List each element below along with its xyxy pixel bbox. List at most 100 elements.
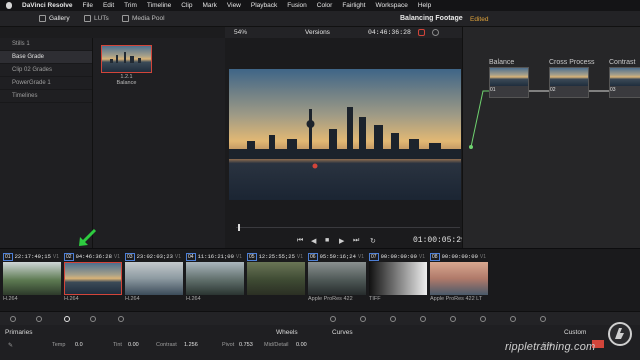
node-cross-process[interactable]: 02 bbox=[549, 67, 589, 98]
clip-04-track: V1 bbox=[235, 253, 242, 260]
menu-timeline[interactable]: Timeline bbox=[147, 2, 171, 9]
clip-03-num: 03 bbox=[125, 252, 135, 261]
media-pool-tab[interactable]: Media Pool bbox=[122, 15, 165, 22]
luts-tab[interactable]: LUTs bbox=[84, 15, 109, 22]
menu-fairlight[interactable]: Fairlight bbox=[342, 2, 365, 9]
view-options-icon[interactable] bbox=[432, 29, 439, 36]
clip-04[interactable]: 04 11:16:21;00 V1 H.264 bbox=[186, 252, 244, 307]
node-balance-num: 01 bbox=[490, 87, 496, 93]
clip-05-num: 05 bbox=[247, 252, 257, 261]
primaries-label: Primaries bbox=[5, 329, 33, 336]
contrast-value[interactable]: 1.256 bbox=[184, 342, 198, 348]
window-icon[interactable] bbox=[420, 316, 426, 322]
pivot-value[interactable]: 0.753 bbox=[239, 342, 253, 348]
tracker-icon[interactable] bbox=[450, 316, 456, 322]
album-timelines[interactable]: Timelines bbox=[0, 90, 92, 103]
clip-07-thumbnail bbox=[369, 262, 427, 295]
viewer-playhead[interactable] bbox=[238, 224, 240, 231]
clip-03[interactable]: 03 23:02:03;23 V1 H.264 bbox=[125, 252, 183, 307]
color-warper-icon[interactable] bbox=[360, 316, 366, 322]
next-frame-icon[interactable]: ⏭ bbox=[353, 237, 359, 245]
prev-frame-icon[interactable]: ⏮ bbox=[297, 237, 303, 245]
play-reverse-icon[interactable]: ◀ bbox=[311, 237, 316, 245]
menu-file[interactable]: File bbox=[82, 2, 92, 9]
viewer-header-timecode: 04:46:36:28 bbox=[368, 29, 411, 36]
blur-icon[interactable] bbox=[510, 316, 516, 322]
color-match-icon[interactable] bbox=[36, 316, 42, 322]
temp-value[interactable]: 0.0 bbox=[75, 342, 83, 348]
clip-02-codec: H.264 bbox=[64, 296, 79, 302]
menu-help[interactable]: Help bbox=[418, 2, 431, 9]
album-stills-1[interactable]: Stills 1 bbox=[0, 38, 92, 51]
qualifier-icon[interactable] bbox=[390, 316, 396, 322]
node-contrast[interactable]: 03 bbox=[609, 67, 640, 98]
clip-02-header: 02 04:46:36:28 V1 bbox=[64, 252, 122, 261]
mid-detail-value[interactable]: 0.00 bbox=[296, 342, 307, 348]
bypass-icon[interactable] bbox=[418, 29, 425, 36]
menu-color[interactable]: Color bbox=[317, 2, 333, 9]
node-editor: Balance 01 Cross Process 02 Contrast 03 bbox=[462, 27, 640, 248]
clip-07[interactable]: 07 00:00:00:00 V1 TIFF bbox=[369, 252, 427, 307]
clip-02-num: 02 bbox=[64, 252, 74, 261]
wheels-mode-dropdown[interactable]: Wheels bbox=[276, 329, 298, 336]
menu-fusion[interactable]: Fusion bbox=[287, 2, 307, 9]
contrast-label: Contrast bbox=[156, 342, 177, 348]
clip-02-track: V1 bbox=[113, 253, 120, 260]
clip-05[interactable]: 05 12:25:55;25 V1 bbox=[247, 252, 305, 307]
clip-01[interactable]: 01 22:17:40;15 V1 H.264 bbox=[3, 252, 61, 307]
viewer-timecode: 01:00:05:29 bbox=[413, 236, 466, 245]
tint-label: Tint bbox=[113, 342, 122, 348]
clip-08-num: 08 bbox=[430, 252, 440, 261]
menu-app-name[interactable]: DaVinci Resolve bbox=[22, 2, 72, 9]
clip-08[interactable]: 08 00:00:00:00 V1 Apple ProRes 422 LT bbox=[430, 252, 488, 307]
play-icon[interactable]: ▶ bbox=[339, 237, 344, 245]
loop-icon[interactable]: ↻ bbox=[370, 237, 376, 245]
media-pool-tab-label: Media Pool bbox=[132, 15, 165, 22]
viewer-scrub-bar[interactable] bbox=[236, 227, 460, 228]
menu-playback[interactable]: Playback bbox=[251, 2, 277, 9]
curves-label: Curves bbox=[332, 329, 353, 336]
rgb-mixer-icon[interactable] bbox=[90, 316, 96, 322]
clip-08-codec: Apple ProRes 422 LT bbox=[430, 296, 483, 302]
clip-01-num: 01 bbox=[3, 252, 13, 261]
luts-icon bbox=[84, 15, 91, 22]
versions-dropdown[interactable]: Versions bbox=[305, 29, 330, 36]
watermark-text: rippletraining.com bbox=[505, 341, 596, 353]
logo-mark bbox=[615, 328, 624, 339]
node-contrast-num: 03 bbox=[610, 87, 616, 93]
apple-icon[interactable] bbox=[6, 2, 12, 9]
magic-mask-icon[interactable] bbox=[480, 316, 486, 322]
menu-trim[interactable]: Trim bbox=[124, 2, 137, 9]
eyedropper-icon[interactable]: ✎ bbox=[8, 342, 13, 349]
clip-03-timecode: 23:02:03;23 bbox=[136, 253, 173, 260]
clip-08-track: V1 bbox=[479, 253, 486, 260]
stop-icon[interactable]: ■ bbox=[325, 237, 329, 244]
curves-icon[interactable] bbox=[330, 316, 336, 322]
clip-05-header: 05 12:25:55;25 V1 bbox=[247, 252, 305, 261]
menu-mark[interactable]: Mark bbox=[202, 2, 216, 9]
album-powergrade-1[interactable]: PowerGrade 1 bbox=[0, 77, 92, 90]
menu-view[interactable]: View bbox=[227, 2, 241, 9]
key-icon[interactable] bbox=[540, 316, 546, 322]
camera-raw-icon[interactable] bbox=[10, 316, 16, 322]
project-status: Edited bbox=[470, 16, 489, 23]
gallery-tab[interactable]: Gallery bbox=[39, 15, 70, 22]
menu-edit[interactable]: Edit bbox=[103, 2, 114, 9]
motion-effects-icon[interactable] bbox=[118, 316, 124, 322]
zoom-level[interactable]: 54% bbox=[234, 29, 247, 36]
color-wheels-icon[interactable] bbox=[64, 316, 70, 322]
tint-value[interactable]: 0.00 bbox=[128, 342, 139, 348]
node-balance[interactable]: 01 bbox=[489, 67, 529, 98]
album-clip-02-grades[interactable]: Clip 02 Grades bbox=[0, 64, 92, 77]
pivot-label: Pivot bbox=[222, 342, 235, 348]
clip-08-timecode: 00:00:00:00 bbox=[441, 253, 478, 260]
still-thumbnail[interactable] bbox=[101, 45, 152, 73]
custom-dropdown[interactable]: Custom bbox=[564, 329, 586, 336]
clip-08-header: 08 00:00:00:00 V1 bbox=[430, 252, 488, 261]
viewer-image[interactable] bbox=[229, 69, 461, 200]
clip-02[interactable]: 02 04:46:36:28 V1 H.264 bbox=[64, 252, 122, 307]
album-base-grade[interactable]: Base Grade bbox=[0, 51, 92, 64]
clip-06[interactable]: 06 05:59:16;24 V1 Apple ProRes 422 bbox=[308, 252, 366, 307]
menu-clip[interactable]: Clip bbox=[181, 2, 192, 9]
menu-workspace[interactable]: Workspace bbox=[375, 2, 407, 9]
